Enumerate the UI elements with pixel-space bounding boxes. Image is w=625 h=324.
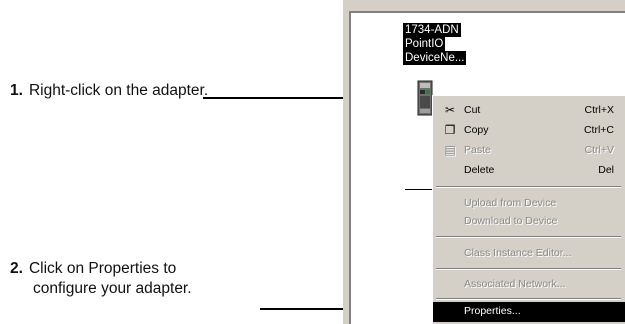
menu-item-associated-network[interactable]: Associated Network... [433, 275, 625, 295]
step-2-text-line1: Click on Properties to [28, 260, 177, 277]
step-2-instruction: 2. Click on Properties to configure your … [10, 259, 192, 299]
menu-item-delete[interactable]: Delete Del [433, 161, 625, 181]
node-label-line1: 1734-ADN [403, 23, 461, 37]
step-1-text: Right-click on the adapter. [28, 82, 209, 99]
menu-separator-4 [436, 298, 621, 300]
menu-separator-2 [436, 236, 621, 238]
menu-item-paste[interactable]: ▤ Paste Ctrl+V [433, 141, 625, 161]
menu-item-cut[interactable]: ✂ Cut Ctrl+X [433, 101, 625, 121]
step-1-number: 1. [10, 82, 23, 99]
menu-item-class-instance-editor[interactable]: Class Instance Editor... [433, 244, 625, 264]
menu-item-copy[interactable]: ❐ Copy Ctrl+C [433, 121, 625, 141]
menu-separator-3 [436, 268, 621, 270]
node-label-line2: PointIO [403, 37, 446, 51]
menu-item-download[interactable]: Download to Device [433, 212, 625, 232]
adapter-device-icon[interactable] [417, 80, 433, 116]
node-label-line3: DeviceNe... [403, 51, 467, 65]
paste-icon: ▤ [444, 143, 456, 157]
copy-icon: ❐ [444, 123, 456, 137]
menu-separator-1 [436, 186, 621, 188]
step-2-text-line2: configure your adapter. [33, 280, 192, 297]
scissors-icon: ✂ [444, 103, 456, 117]
menu-item-properties[interactable]: Properties... [433, 302, 625, 322]
context-menu: ✂ Cut Ctrl+X ❐ Copy Ctrl+C ▤ Paste Ctrl+… [432, 95, 625, 324]
step-1-instruction: 1. Right-click on the adapter. [10, 81, 208, 101]
menu-item-upload[interactable]: Upload from Device [433, 194, 625, 214]
step-2-number: 2. [10, 260, 23, 277]
